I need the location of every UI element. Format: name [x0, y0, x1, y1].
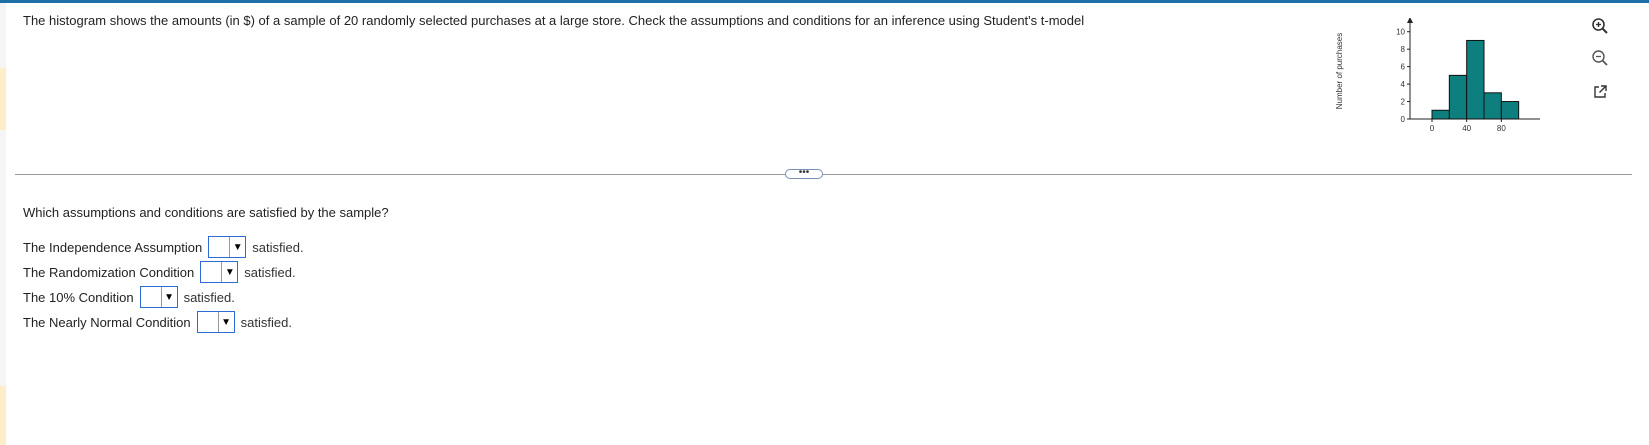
condition-label: The Nearly Normal Condition — [23, 314, 191, 330]
zoom-out-icon[interactable] — [1590, 48, 1610, 68]
dropdown-arrow-icon[interactable]: ▼ — [160, 287, 177, 307]
condition-dropdown[interactable]: ▼ — [200, 261, 239, 283]
zoom-in-icon[interactable] — [1590, 16, 1610, 36]
y-tick-label: 6 — [1401, 63, 1406, 72]
y-axis-arrow-icon — [1407, 18, 1413, 23]
x-tick-label: 0 — [1430, 124, 1435, 133]
question-text: The histogram shows the amounts (in $) o… — [23, 13, 1085, 28]
condition-label: The 10% Condition — [23, 289, 134, 305]
condition-dropdown[interactable]: ▼ — [196, 311, 235, 333]
x-tick-label: 80 — [1497, 124, 1506, 133]
histogram-bar — [1466, 39, 1485, 120]
condition-suffix: satisfied. — [252, 239, 304, 255]
condition-suffix: satisfied. — [244, 264, 296, 280]
condition-row: The Randomization Condition ▼ satisfied. — [23, 261, 296, 283]
condition-row: The 10% Condition ▼ satisfied. — [23, 286, 235, 308]
condition-row: The Independence Assumption ▼ satisfied. — [23, 236, 304, 258]
histogram-chart: Number of purchases 0 2 4 6 8 10 0 40 80 — [1335, 18, 1540, 133]
dropdown-value — [201, 262, 221, 282]
x-tick-label: 40 — [1462, 124, 1471, 133]
condition-row: The Nearly Normal Condition ▼ satisfied. — [23, 311, 292, 333]
top-accent-bar — [0, 0, 1649, 3]
dropdown-arrow-icon[interactable]: ▼ — [229, 237, 245, 257]
dropdown-value — [141, 287, 161, 307]
dropdown-arrow-icon[interactable]: ▼ — [217, 312, 234, 332]
open-external-icon[interactable] — [1590, 82, 1610, 102]
y-tick-label: 10 — [1396, 28, 1405, 37]
expand-handle[interactable]: ••• — [785, 168, 823, 179]
condition-dropdown[interactable]: ▼ — [139, 286, 178, 308]
histogram-bar — [1431, 109, 1450, 120]
prompt-text: Which assumptions and conditions are sat… — [23, 205, 389, 220]
y-axis-label: Number of purchases — [1335, 33, 1344, 109]
y-tick-label: 0 — [1401, 115, 1406, 124]
y-tick-label: 4 — [1401, 80, 1406, 89]
histogram-bar — [1500, 101, 1520, 120]
condition-dropdown[interactable]: ▼ — [208, 236, 247, 258]
condition-suffix: satisfied. — [183, 289, 235, 305]
left-margin-marker — [0, 68, 6, 130]
histogram-bar — [1483, 92, 1502, 120]
section-divider — [15, 174, 1632, 175]
left-margin-marker — [0, 386, 6, 445]
histogram-bar — [1448, 74, 1468, 120]
dropdown-value — [209, 237, 229, 257]
condition-label: The Independence Assumption — [23, 239, 203, 255]
y-tick-label: 2 — [1401, 98, 1406, 107]
dropdown-value — [198, 312, 218, 332]
condition-suffix: satisfied. — [240, 314, 292, 330]
dropdown-arrow-icon[interactable]: ▼ — [221, 262, 237, 282]
condition-label: The Randomization Condition — [23, 264, 195, 280]
y-tick-label: 8 — [1401, 45, 1406, 54]
